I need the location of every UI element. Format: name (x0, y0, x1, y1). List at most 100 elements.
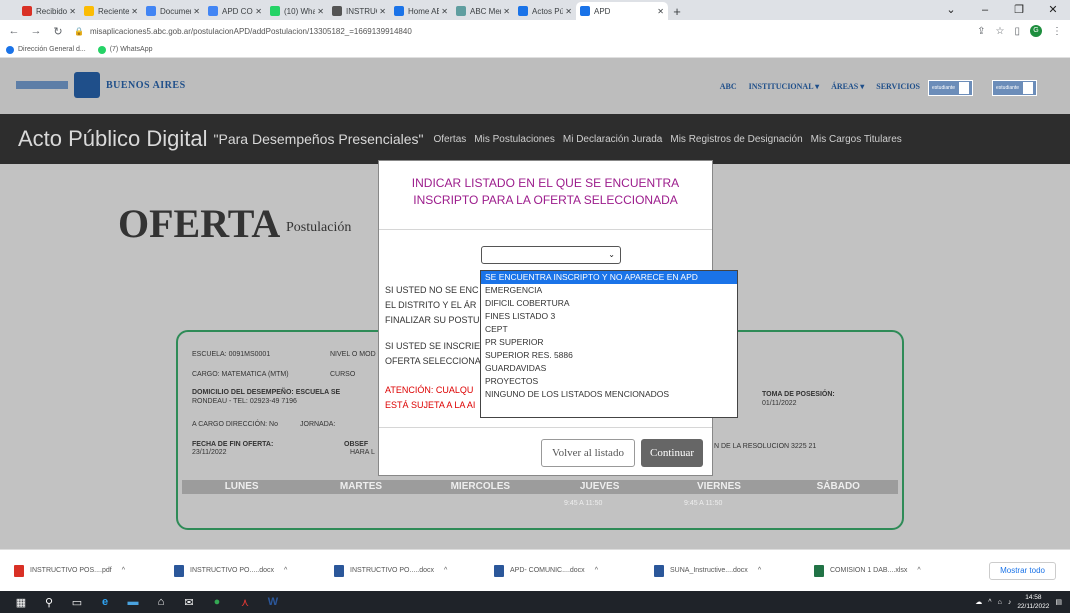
chevron-up-icon[interactable]: ^ (917, 567, 920, 574)
menu-icon[interactable]: ⋮ (1052, 26, 1062, 37)
nav-abc[interactable]: ABC (720, 82, 737, 91)
close-tab-icon[interactable]: ✕ (657, 7, 664, 16)
share-icon[interactable]: ⇪ (977, 26, 985, 37)
option-proyectos[interactable]: PROYECTOS (481, 375, 737, 388)
nav-institucional[interactable]: INSTITUCIONAL ▾ (749, 82, 819, 91)
chevron-up-icon[interactable]: ^ (595, 567, 598, 574)
option-fines-listado-3[interactable]: FINES LISTADO 3 (481, 310, 737, 323)
minimize-button[interactable]: – (968, 0, 1002, 20)
browser-tab[interactable]: Actos Públic✕ (514, 2, 576, 20)
forward-icon[interactable]: → (30, 25, 42, 37)
window-controls: ⌄ – ❐ ✕ (934, 0, 1070, 20)
back-to-list-button[interactable]: Volver al listado (541, 439, 635, 467)
close-tab-icon[interactable]: ✕ (565, 7, 572, 16)
logo-small-bar (16, 81, 68, 89)
card-escuela: ESCUELA: 0091MS0001 (192, 351, 271, 358)
option-emergencia[interactable]: EMERGENCIA (481, 284, 737, 297)
nav-mis-postulaciones[interactable]: Mis Postulaciones (474, 134, 555, 145)
weather-icon[interactable]: ☁ (975, 598, 982, 606)
network-icon[interactable]: ⌂ (998, 599, 1002, 606)
browser-tab[interactable]: APD ✕ (576, 2, 668, 20)
header-button-estudiante-2[interactable]: estudiante (992, 80, 1038, 96)
close-tab-icon[interactable]: ✕ (379, 7, 386, 16)
nav-declaracion-jurada[interactable]: Mi Declaración Jurada (563, 134, 663, 145)
download-item[interactable]: COMISION 1 DAB....xlsx ^ (814, 564, 974, 577)
new-tab-button[interactable]: + (668, 2, 686, 20)
close-tab-icon[interactable]: ✕ (503, 7, 510, 16)
header-button-estudiante-1[interactable]: estudiante (928, 80, 974, 96)
edge-icon[interactable]: e (98, 595, 112, 609)
pdf-reader-icon[interactable]: ⋏ (238, 595, 252, 609)
tab-search-icon[interactable]: ⌄ (934, 0, 968, 20)
close-tab-icon[interactable]: ✕ (255, 7, 262, 16)
option-pr-superior[interactable]: PR SUPERIOR (481, 336, 737, 349)
close-tab-icon[interactable]: ✕ (69, 7, 76, 16)
browser-tab[interactable]: Documento✕ (142, 2, 204, 20)
chevron-up-icon[interactable]: ^ (444, 567, 447, 574)
download-item[interactable]: SUNA_Instructive....docx ^ (654, 564, 814, 577)
bookmark-direccion[interactable]: Dirección General d... (6, 45, 86, 54)
download-item[interactable]: APD- COMUNIC....docx ^ (494, 564, 654, 577)
option-guardavidas[interactable]: GUARDAVIDAS (481, 362, 737, 375)
back-icon[interactable]: ← (8, 25, 20, 37)
clock[interactable]: 14:58 22/11/2022 (1017, 593, 1049, 611)
nav-cargos-titulares[interactable]: Mis Cargos Titulares (811, 134, 902, 145)
download-item[interactable]: INSTRUCTIVO POS....pdf ^ (14, 564, 174, 577)
option-dificil-cobertura[interactable]: DIFICIL COBERTURA (481, 297, 737, 310)
tab-favicon-icon (456, 6, 466, 16)
option-superior-res-5886[interactable]: SUPERIOR RES. 5886 (481, 349, 737, 362)
mail-icon[interactable]: ✉ (182, 595, 196, 609)
option-ninguno[interactable]: NINGUNO DE LOS LISTADOS MENCIONADOS (481, 388, 737, 401)
modal-title: INDICAR LISTADO EN EL QUE SE ENCUENTRA I… (411, 176, 680, 207)
maximize-button[interactable]: ❐ (1002, 0, 1036, 20)
close-window-button[interactable]: ✕ (1036, 0, 1070, 20)
file-icon (814, 564, 824, 577)
tray-chevron-icon[interactable]: ^ (988, 599, 991, 606)
chevron-up-icon[interactable]: ^ (758, 567, 761, 574)
browser-tab[interactable]: Home ABC✕ (390, 2, 452, 20)
close-tab-icon[interactable]: ✕ (317, 7, 324, 16)
browser-tab[interactable]: ABC Menú✕ (452, 2, 514, 20)
nav-servicios[interactable]: SERVICIOS (876, 82, 920, 91)
browser-tab[interactable]: Recientes✕ (80, 2, 142, 20)
url-field[interactable]: 🔒 misaplicaciones5.abc.gob.ar/postulacio… (74, 22, 967, 40)
chevron-up-icon[interactable]: ^ (284, 567, 287, 574)
download-item[interactable]: INSTRUCTIVO PO.....docx ^ (334, 564, 494, 577)
nav-ofertas[interactable]: Ofertas (433, 134, 466, 145)
listado-select[interactable]: ⌄ (481, 246, 621, 264)
browser-tab[interactable]: INSTRUCTIV✕ (328, 2, 390, 20)
file-explorer-icon[interactable]: ▬ (126, 595, 140, 609)
bookmark-whatsapp[interactable]: (7) WhatsApp (97, 45, 153, 54)
nav-areas[interactable]: ÁREAS ▾ (831, 82, 864, 91)
browser-tab[interactable]: Recibidos (3✕ (18, 2, 80, 20)
continue-button[interactable]: Continuar (641, 439, 703, 467)
option-cept[interactable]: CEPT (481, 323, 737, 336)
windows-start-icon[interactable]: ▦ (14, 595, 28, 609)
profile-avatar[interactable]: G (1030, 25, 1042, 37)
star-icon[interactable]: ☆ (996, 26, 1005, 37)
search-icon[interactable]: ⚲ (42, 595, 56, 609)
close-tab-icon[interactable]: ✕ (441, 7, 448, 16)
reload-icon[interactable]: ↻ (52, 25, 64, 38)
downloads-bar: INSTRUCTIVO POS....pdf ^ INSTRUCTIVO PO...… (0, 549, 1070, 591)
word-icon[interactable]: W (266, 595, 280, 609)
task-view-icon[interactable]: ▭ (70, 595, 84, 609)
site-logo[interactable]: BUENOS AIRES (16, 72, 186, 98)
close-tab-icon[interactable]: ✕ (131, 7, 138, 16)
chrome-icon[interactable]: ● (210, 595, 224, 609)
sidepanel-icon[interactable]: ▯ (1014, 26, 1020, 37)
show-all-downloads-button[interactable]: Mostrar todo (989, 562, 1056, 580)
close-tab-icon[interactable]: ✕ (193, 7, 200, 16)
option-inscripto-no-aparece[interactable]: SE ENCUENTRA INSCRIPTO Y NO APARECE EN A… (481, 271, 737, 284)
browser-tab[interactable]: (10) WhatsA✕ (266, 2, 328, 20)
chevron-up-icon[interactable]: ^ (122, 567, 125, 574)
volume-icon[interactable]: ♪ (1008, 599, 1012, 606)
download-item[interactable]: INSTRUCTIVO PO.....docx ^ (174, 564, 334, 577)
tab-label: APD COMU (222, 6, 253, 16)
notification-icon[interactable]: ▤ (1055, 598, 1062, 606)
tab-label: (10) WhatsA (284, 6, 316, 16)
store-icon[interactable]: ⌂ (154, 595, 168, 609)
tab-favicon-icon (518, 6, 528, 16)
nav-registros-designacion[interactable]: Mis Registros de Designación (670, 134, 802, 145)
browser-tab[interactable]: APD COMU✕ (204, 2, 266, 20)
